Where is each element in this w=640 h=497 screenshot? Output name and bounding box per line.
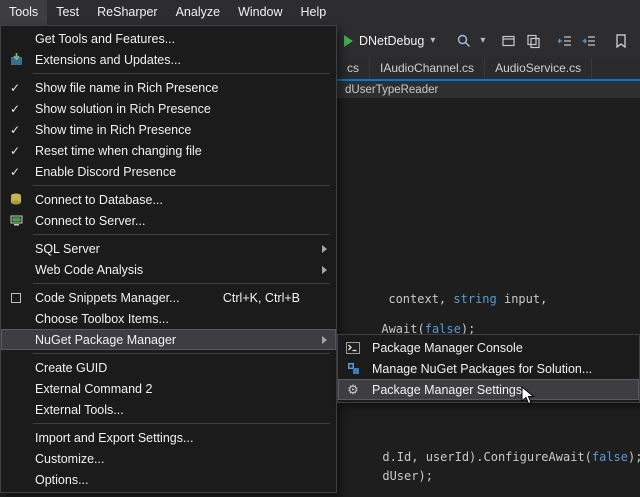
document-tab[interactable]: cs [337,57,370,79]
menu-item-label: Connect to Server... [35,214,145,228]
indent-icon[interactable] [581,32,597,50]
code-editor[interactable]: context, string input, Await(false); d.I… [337,98,640,497]
menu-item-get-tools-and-features[interactable]: Get Tools and Features... [1,28,336,49]
menu-item-enable-discord-presence[interactable]: ✓ Enable Discord Presence [1,161,336,182]
document-tab-audioservice[interactable]: AudioService.cs [485,57,592,79]
checkmark-icon: ✓ [10,123,20,137]
console-icon [345,340,361,356]
menu-item-choose-toolbox-items[interactable]: Choose Toolbox Items... [1,308,336,329]
menu-item-label: Choose Toolbox Items... [35,312,169,326]
menu-item-label: Reset time when changing file [35,144,202,158]
extensions-icon [8,52,24,68]
packages-icon [345,361,361,377]
snippet-icon [8,290,24,306]
menu-item-label: SQL Server [35,242,100,256]
gear-icon: ⚙ [345,382,361,398]
menu-item-label: Options... [35,473,89,487]
menu-item-code-snippets-manager[interactable]: Code Snippets Manager... Ctrl+K, Ctrl+B [1,287,336,308]
menu-item-external-command-2[interactable]: External Command 2 [1,378,336,399]
checkmark-icon: ✓ [10,165,20,179]
checkmark-icon: ✓ [10,144,20,158]
submenu-item-manage-nuget-packages[interactable]: Manage NuGet Packages for Solution... [338,358,639,379]
menu-item-label: External Command 2 [35,382,152,396]
menu-separator [33,185,330,186]
menu-item-create-guid[interactable]: Create GUID [1,357,336,378]
menubar-item-test[interactable]: Test [47,0,88,25]
menu-item-reset-time-changing-file[interactable]: ✓ Reset time when changing file [1,140,336,161]
toolbar: DNetDebug ▾ ▾ [337,25,640,57]
submenu-arrow-icon [322,266,327,274]
menu-item-label: Manage NuGet Packages for Solution... [372,362,592,376]
menubar-item-resharper[interactable]: ReSharper [88,0,166,25]
menubar-item-tools[interactable]: Tools [0,0,47,25]
menu-item-label: Import and Export Settings... [35,431,193,445]
menu-item-show-solution-rich-presence[interactable]: ✓ Show solution in Rich Presence [1,98,336,119]
menu-item-label: Customize... [35,452,104,466]
menu-item-nuget-package-manager[interactable]: NuGet Package Manager [1,329,336,350]
bookmark-icon[interactable] [613,32,629,50]
start-debugging-button[interactable]: DNetDebug ▾ [339,31,440,51]
code-line: se); [338,482,410,497]
nuget-package-manager-submenu: Package Manager Console Manage NuGet Pac… [337,334,640,403]
outdent-icon[interactable] [557,32,573,50]
submenu-arrow-icon [322,336,327,344]
menu-item-web-code-analysis[interactable]: Web Code Analysis [1,259,336,280]
menu-item-show-time-rich-presence[interactable]: ✓ Show time in Rich Presence [1,119,336,140]
submenu-item-package-manager-settings[interactable]: ⚙ Package Manager Settings [338,379,639,400]
menu-item-label: Show time in Rich Presence [35,123,191,137]
menu-item-options[interactable]: Options... [1,469,336,490]
submenu-item-package-manager-console[interactable]: Package Manager Console [338,337,639,358]
copy-icon[interactable] [525,32,541,50]
menu-item-label: Web Code Analysis [35,263,143,277]
navigation-bar: dUserTypeReader [337,81,640,98]
menu-item-label: Package Manager Console [372,341,523,355]
play-icon [344,35,353,47]
checkmark-icon: ✓ [10,102,20,116]
database-icon [8,192,24,208]
menu-item-show-file-name-rich-presence[interactable]: ✓ Show file name in Rich Presence [1,77,336,98]
menu-item-label: Package Manager Settings [372,383,522,397]
chevron-down-icon: ▾ [430,36,435,46]
menu-item-label: Show solution in Rich Presence [35,102,211,116]
find-icon[interactable] [456,32,472,50]
menu-item-extensions-and-updates[interactable]: Extensions and Updates... [1,49,336,70]
menu-separator [33,423,330,424]
menu-item-label: Connect to Database... [35,193,163,207]
document-tab-iaudiochannel[interactable]: IAudioChannel.cs [370,57,485,79]
window-icon[interactable] [501,32,517,50]
server-icon [8,213,24,229]
menu-item-label: Get Tools and Features... [35,32,175,46]
menu-separator [33,73,330,74]
menu-item-customize[interactable]: Customize... [1,448,336,469]
menu-item-label: Create GUID [35,361,107,375]
menu-item-label: External Tools... [35,403,124,417]
menu-separator [33,283,330,284]
debug-target-label: DNetDebug [359,34,424,48]
menu-item-shortcut: Ctrl+K, Ctrl+B [223,291,326,305]
submenu-arrow-icon [322,245,327,253]
breadcrumb[interactable]: dUserTypeReader [345,84,438,96]
menu-item-label: Show file name in Rich Presence [35,81,218,95]
menubar-item-help[interactable]: Help [292,0,336,25]
menu-item-import-export-settings[interactable]: Import and Export Settings... [1,427,336,448]
menu-item-label: Enable Discord Presence [35,165,176,179]
menu-item-external-tools[interactable]: External Tools... [1,399,336,420]
vs-window: Tools Test ReSharper Analyze Window Help… [0,0,640,497]
mouse-cursor [521,386,539,411]
menu-item-label: Code Snippets Manager... [35,291,180,305]
menu-item-connect-to-database[interactable]: Connect to Database... [1,189,336,210]
menu-item-label: Extensions and Updates... [35,53,181,67]
menubar: Tools Test ReSharper Analyze Window Help [0,0,640,25]
menubar-item-window[interactable]: Window [229,0,291,25]
chevron-down-icon[interactable]: ▾ [480,36,485,46]
menubar-item-analyze[interactable]: Analyze [167,0,229,25]
menu-item-label: NuGet Package Manager [35,333,176,347]
tools-menu: Get Tools and Features... Extensions and… [0,25,337,493]
menu-item-sql-server[interactable]: SQL Server [1,238,336,259]
checkmark-icon: ✓ [10,81,20,95]
menu-item-connect-to-server[interactable]: Connect to Server... [1,210,336,231]
menu-separator [33,353,330,354]
menu-separator [33,234,330,235]
document-tabstrip: cs IAudioChannel.cs AudioService.cs [337,57,640,81]
